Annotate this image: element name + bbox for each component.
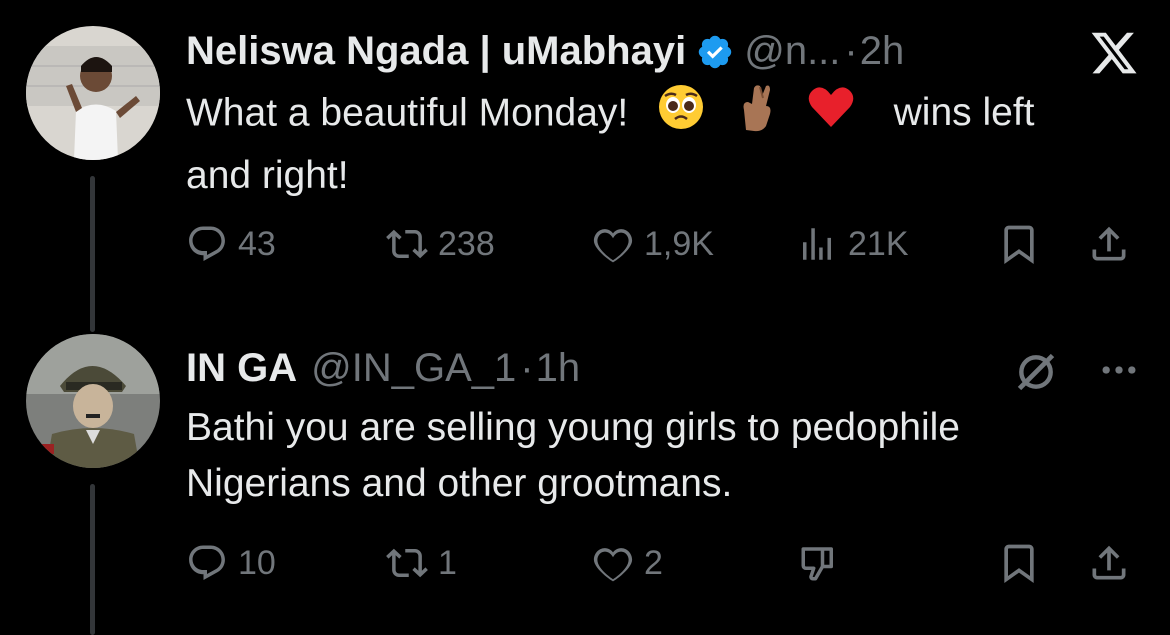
views-icon bbox=[803, 228, 831, 260]
reply-count: 43 bbox=[238, 225, 276, 263]
views-button[interactable]: 21K bbox=[796, 219, 909, 269]
tweet-text: What a beautiful Monday! wins left and r… bbox=[186, 82, 1146, 204]
share-button[interactable] bbox=[1086, 221, 1132, 267]
tweet-text: Bathi you are selling young girls to ped… bbox=[186, 400, 1146, 512]
tweet-text-line2: Nigerians and other grootmans. bbox=[186, 462, 733, 505]
like-count: 2 bbox=[644, 544, 663, 582]
display-name[interactable]: IN GA bbox=[186, 344, 297, 392]
tweet-text-line1a: What a beautiful Monday! bbox=[186, 91, 629, 135]
avatar[interactable] bbox=[26, 26, 160, 160]
verified-badge-icon bbox=[696, 33, 734, 71]
retweet-count: 1 bbox=[438, 544, 457, 582]
retweet-button[interactable]: 238 bbox=[386, 219, 495, 269]
tweet-header: IN GA @IN_GA_1 · 1h bbox=[186, 344, 580, 392]
like-button[interactable]: 2 bbox=[592, 538, 663, 588]
thread-line-top bbox=[90, 176, 95, 332]
bookmark-icon bbox=[1004, 544, 1034, 584]
bookmark-button[interactable] bbox=[996, 540, 1042, 586]
downvote-button[interactable] bbox=[796, 540, 842, 586]
bookmark-button[interactable] bbox=[996, 221, 1042, 267]
crossed-fingers-emoji bbox=[732, 82, 780, 148]
more-options-icon[interactable] bbox=[1094, 350, 1144, 390]
share-icon bbox=[1092, 545, 1126, 580]
bookmark-icon bbox=[1004, 225, 1034, 265]
retweet-count: 238 bbox=[438, 225, 495, 263]
timestamp[interactable]: 2h bbox=[860, 27, 905, 75]
red-heart-emoji bbox=[807, 85, 855, 145]
reply-count: 10 bbox=[238, 544, 276, 582]
retweet-icon bbox=[386, 229, 428, 259]
thread-line-bottom bbox=[90, 484, 95, 635]
like-button[interactable]: 1,9K bbox=[592, 219, 714, 269]
retweet-icon bbox=[386, 548, 428, 578]
tweet-header: Neliswa Ngada | uMabhayi @n... · 2h bbox=[186, 26, 904, 75]
like-count: 1,9K bbox=[644, 225, 714, 263]
grok-icon[interactable] bbox=[1012, 348, 1060, 396]
retweet-button[interactable]: 1 bbox=[386, 538, 457, 588]
tweet-text-line1: Bathi you are selling young girls to ped… bbox=[186, 406, 961, 449]
x-logo-icon[interactable] bbox=[1086, 28, 1142, 78]
heart-icon bbox=[593, 229, 633, 263]
handle[interactable]: @IN_GA_1 bbox=[311, 344, 516, 392]
reply-button[interactable]: 10 bbox=[186, 538, 276, 588]
handle[interactable]: @n... bbox=[744, 27, 840, 75]
tweet-text-line1b: wins left bbox=[893, 91, 1035, 135]
pleading-face-emoji bbox=[657, 83, 705, 147]
reply-button[interactable]: 43 bbox=[186, 219, 276, 269]
separator-dot: · bbox=[520, 346, 534, 390]
separator-dot: · bbox=[844, 29, 858, 73]
thumbs-down-icon bbox=[801, 547, 833, 581]
share-icon bbox=[1092, 226, 1126, 261]
reply-icon bbox=[189, 545, 225, 580]
reply-icon bbox=[189, 226, 225, 261]
share-button[interactable] bbox=[1086, 540, 1132, 586]
timestamp[interactable]: 1h bbox=[536, 344, 581, 392]
avatar[interactable] bbox=[26, 334, 160, 468]
tweet-actions: 43 238 1,9K 21K bbox=[186, 219, 1146, 269]
tweet-text-line2: and right! bbox=[186, 154, 349, 197]
display-name[interactable]: Neliswa Ngada | uMabhayi bbox=[186, 27, 686, 75]
tweet-actions: 10 1 2 bbox=[186, 538, 1146, 588]
views-count: 21K bbox=[848, 225, 909, 263]
heart-icon bbox=[593, 548, 633, 582]
